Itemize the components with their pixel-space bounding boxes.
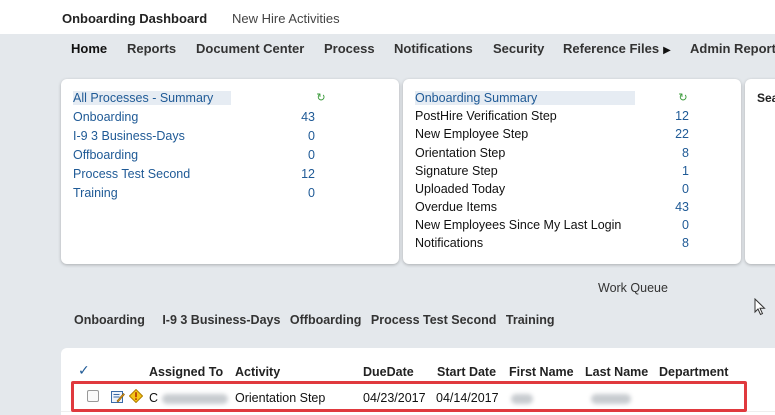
chevron-right-icon: ▶ (663, 45, 671, 56)
nav-document-center[interactable]: Document Center (196, 41, 304, 56)
refresh-icon[interactable]: ↻ (315, 92, 327, 104)
row-count[interactable]: 8 (659, 146, 689, 160)
col-assigned-to[interactable]: Assigned To (149, 365, 223, 379)
row-highlight-annotation (71, 381, 747, 412)
col-department[interactable]: Department (659, 365, 728, 379)
tab-process-test-second[interactable]: Process Test Second (371, 313, 497, 327)
all-processes-panel: All Processes - Summary ↻ Onboarding 43 … (61, 79, 399, 264)
row-label: Orientation Step (415, 146, 506, 160)
onboarding-summary-link[interactable]: Onboarding Summary (415, 91, 635, 105)
refresh-icon[interactable]: ↻ (677, 92, 689, 104)
row-count[interactable]: 12 (659, 109, 689, 123)
tab-offboarding[interactable]: Offboarding (290, 313, 362, 327)
col-last-name[interactable]: Last Name (585, 365, 648, 379)
nav-security[interactable]: Security (493, 41, 544, 56)
row-count[interactable]: 43 (285, 110, 315, 124)
row-label: PostHire Verification Step (415, 109, 557, 123)
nav-reports[interactable]: Reports (127, 41, 176, 56)
select-all-check-icon[interactable]: ✓ (78, 362, 90, 379)
nav-reference-files-label: Reference Files (563, 41, 660, 56)
row-label[interactable]: Process Test Second (73, 167, 190, 181)
row-label: New Employee Step (415, 127, 529, 141)
row-count[interactable]: 12 (285, 167, 315, 181)
tab-i9-3-business-days[interactable]: I-9 3 Business-Days (162, 313, 280, 327)
mouse-cursor-icon (754, 298, 766, 316)
work-queue-title: Work Queue (598, 281, 668, 295)
search-panel: Sea (745, 79, 775, 264)
app-title[interactable]: Onboarding Dashboard (62, 11, 207, 26)
col-first-name[interactable]: First Name (509, 365, 574, 379)
row-count[interactable]: 0 (285, 186, 315, 200)
all-processes-summary-link[interactable]: All Processes - Summary (73, 91, 231, 105)
row-label[interactable]: Training (73, 186, 118, 200)
row-label: New Employees Since My Last Login (415, 218, 622, 232)
row-label: Signature Step (415, 164, 498, 178)
col-start-date[interactable]: Start Date (437, 365, 496, 379)
col-due-date[interactable]: DueDate (363, 365, 414, 379)
row-label[interactable]: Offboarding (73, 148, 138, 162)
nav-reference-files[interactable]: Reference Files ▶ (563, 41, 671, 56)
nav-notifications[interactable]: Notifications (394, 41, 473, 56)
row-label[interactable]: Onboarding (73, 110, 138, 124)
nav-admin-report[interactable]: Admin Report (690, 41, 775, 56)
queue-tabs: Onboarding I-9 3 Business-Days Offboardi… (74, 313, 561, 327)
row-count[interactable]: 22 (659, 127, 689, 141)
row-label: Overdue Items (415, 200, 497, 214)
row-label: Uploaded Today (415, 182, 506, 196)
new-hire-activities-link[interactable]: New Hire Activities (232, 11, 340, 26)
col-activity[interactable]: Activity (235, 365, 280, 379)
search-panel-title: Sea (757, 91, 775, 105)
onboarding-summary-panel: Onboarding Summary ↻ PostHire Verificati… (403, 79, 741, 264)
tab-training[interactable]: Training (506, 313, 555, 327)
row-label[interactable]: I-9 3 Business-Days (73, 129, 185, 143)
tab-onboarding[interactable]: Onboarding (74, 313, 145, 327)
nav-process[interactable]: Process (324, 41, 375, 56)
row-count[interactable]: 8 (659, 236, 689, 250)
row-label: Notifications (415, 236, 484, 250)
row-count[interactable]: 0 (659, 182, 689, 196)
row-count[interactable]: 43 (659, 200, 689, 214)
nav-home[interactable]: Home (71, 41, 107, 56)
row-count[interactable]: 0 (285, 129, 315, 143)
row-count[interactable]: 0 (285, 148, 315, 162)
main-nav: Home Reports Document Center Process Not… (0, 34, 775, 64)
row-count[interactable]: 1 (659, 164, 689, 178)
row-count[interactable]: 0 (659, 218, 689, 232)
top-bar: Onboarding Dashboard New Hire Activities (0, 0, 775, 34)
